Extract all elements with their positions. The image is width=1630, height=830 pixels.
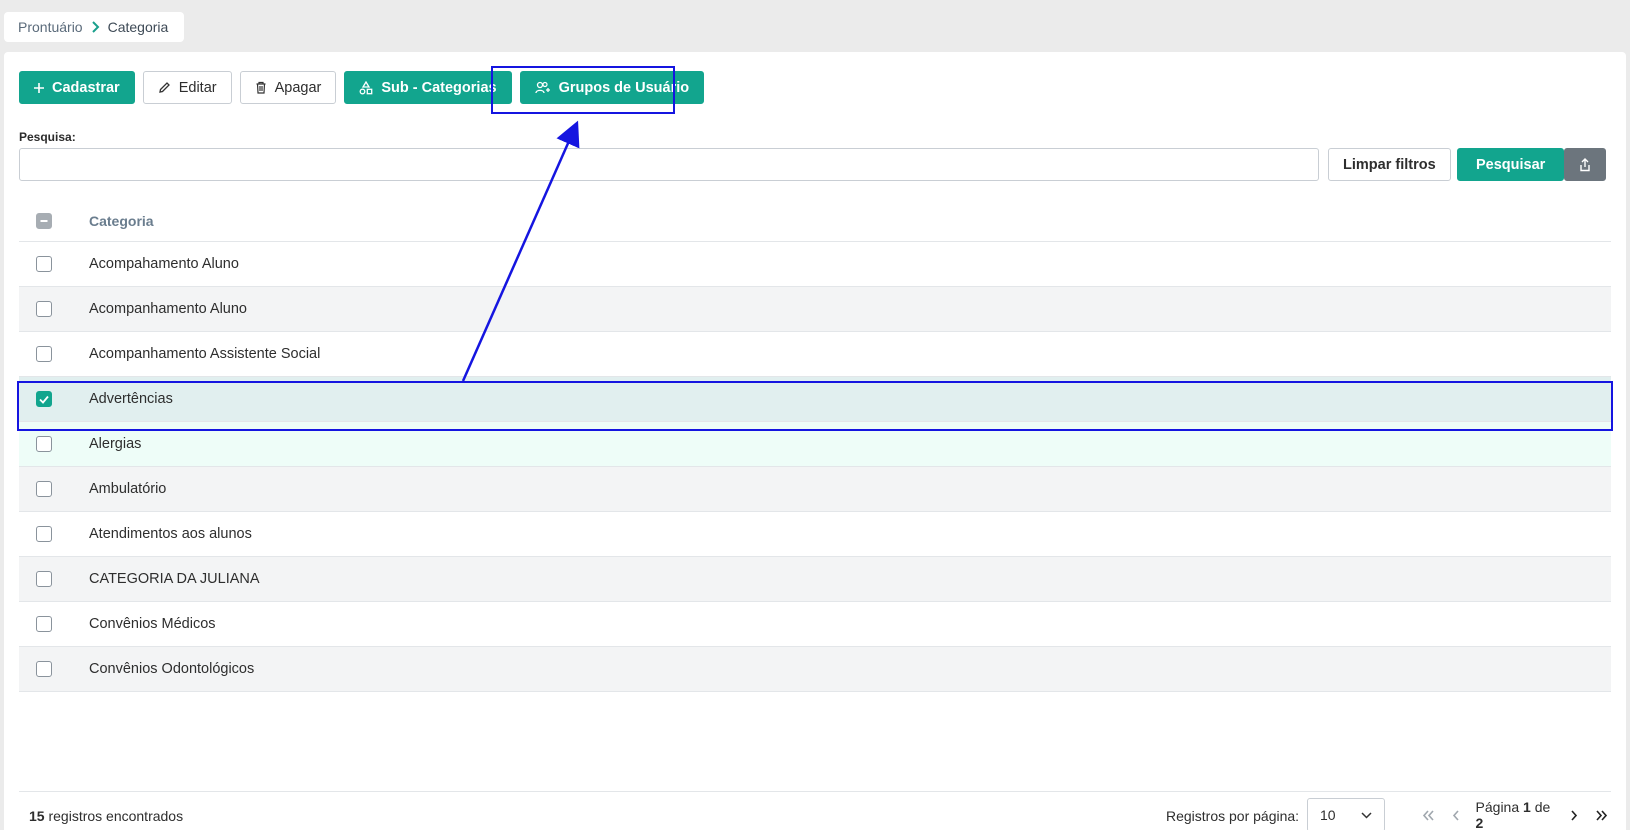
plus-icon — [34, 82, 44, 93]
toolbar: Cadastrar Editar Apagar Sub - Categorias… — [19, 71, 705, 104]
first-page-icon[interactable] — [1419, 805, 1437, 825]
cadastrar-button[interactable]: Cadastrar — [19, 71, 135, 104]
apagar-label: Apagar — [274, 79, 322, 96]
user-group-add-icon — [534, 81, 551, 94]
grupos-usuario-label: Grupos de Usuário — [558, 79, 690, 96]
cadastrar-label: Cadastrar — [52, 79, 120, 96]
records-count-number: 15 — [29, 808, 45, 824]
page-total: 2 — [1475, 815, 1484, 830]
page-prefix: Página — [1475, 799, 1520, 815]
breadcrumb-current: Categoria — [107, 19, 169, 35]
row-checkbox-checked[interactable] — [36, 391, 52, 407]
trash-icon — [255, 81, 267, 94]
row-checkbox[interactable] — [36, 256, 52, 272]
breadcrumb-prontuario-link[interactable]: Prontuário — [18, 19, 83, 35]
row-label: CATEGORIA DA JULIANA — [89, 571, 260, 587]
per-page-select[interactable]: 10 — [1307, 798, 1385, 830]
page-current: 1 — [1523, 799, 1531, 815]
row-label: Acompanhamento Aluno — [89, 301, 247, 317]
per-page-value: 10 — [1320, 807, 1336, 823]
row-label: Acompanhamento Assistente Social — [89, 346, 321, 362]
pagination: Página 1 de 2 — [1419, 799, 1611, 830]
search-input[interactable] — [19, 148, 1319, 181]
row-checkbox[interactable] — [36, 436, 52, 452]
grupos-usuario-button[interactable]: Grupos de Usuário — [519, 71, 705, 104]
row-label: Advertências — [89, 391, 173, 407]
export-button[interactable] — [1564, 148, 1606, 181]
row-checkbox[interactable] — [36, 481, 52, 497]
records-count-suffix: registros encontrados — [48, 808, 184, 824]
row-label: Convênios Odontológicos — [89, 661, 255, 677]
table-row[interactable]: Ambulatório — [19, 467, 1611, 512]
page-of: de — [1534, 799, 1551, 815]
row-label: Ambulatório — [89, 481, 167, 497]
table-row[interactable]: CATEGORIA DA JULIANA — [19, 557, 1611, 602]
row-checkbox[interactable] — [36, 616, 52, 632]
table-row[interactable]: Acompanhamento Aluno — [19, 287, 1611, 332]
main-card: Cadastrar Editar Apagar Sub - Categorias… — [4, 52, 1626, 830]
row-label: Atendimentos aos alunos — [89, 526, 252, 542]
records-count: 15 registros encontrados — [29, 808, 183, 824]
pesquisar-button[interactable]: Pesquisar — [1457, 148, 1565, 181]
row-checkbox[interactable] — [36, 661, 52, 677]
row-label: Convênios Médicos — [89, 616, 216, 632]
last-page-icon[interactable] — [1593, 805, 1611, 825]
subcategorias-label: Sub - Categorias — [381, 79, 497, 96]
search-label: Pesquisa: — [19, 130, 76, 144]
per-page-label: Registros por página: — [1166, 808, 1300, 824]
row-label: Alergias — [89, 436, 142, 452]
pencil-icon — [158, 81, 171, 94]
category-table: Categoria Acompahamento Aluno Acompanham… — [19, 200, 1611, 692]
row-checkbox[interactable] — [36, 571, 52, 587]
column-header-categoria[interactable]: Categoria — [89, 213, 154, 229]
page-indicator: Página 1 de 2 — [1476, 799, 1555, 830]
limpar-filtros-button[interactable]: Limpar filtros — [1328, 148, 1451, 181]
pesquisar-label: Pesquisar — [1476, 156, 1546, 173]
table-row[interactable]: Acompanhamento Assistente Social — [19, 332, 1611, 377]
table-footer: 15 registros encontrados Registros por p… — [19, 791, 1611, 830]
table-row[interactable]: Convênios Odontológicos — [19, 647, 1611, 692]
row-checkbox[interactable] — [36, 526, 52, 542]
table-row[interactable]: Convênios Médicos — [19, 602, 1611, 647]
breadcrumb: Prontuário Categoria — [4, 12, 185, 42]
limpar-filtros-label: Limpar filtros — [1343, 156, 1436, 173]
row-checkbox[interactable] — [36, 346, 52, 362]
row-label: Acompahamento Aluno — [89, 256, 239, 272]
editar-label: Editar — [178, 79, 217, 96]
row-checkbox[interactable] — [36, 301, 52, 317]
export-icon — [1579, 157, 1591, 172]
subcategorias-button[interactable]: Sub - Categorias — [344, 71, 512, 104]
table-row-selected[interactable]: Advertências — [19, 377, 1611, 422]
chevron-down-icon — [1361, 811, 1372, 819]
table-header-row: Categoria — [19, 200, 1611, 242]
chevron-right-icon — [91, 21, 100, 33]
shapes-icon — [359, 80, 373, 95]
table-row[interactable]: Atendimentos aos alunos — [19, 512, 1611, 557]
table-row[interactable]: Acompahamento Aluno — [19, 242, 1611, 287]
table-row[interactable]: Alergias — [19, 422, 1611, 467]
previous-page-icon[interactable] — [1447, 805, 1465, 825]
editar-button[interactable]: Editar — [142, 71, 232, 104]
apagar-button[interactable]: Apagar — [239, 71, 337, 104]
select-all-checkbox[interactable] — [36, 212, 52, 229]
next-page-icon[interactable] — [1564, 805, 1582, 825]
